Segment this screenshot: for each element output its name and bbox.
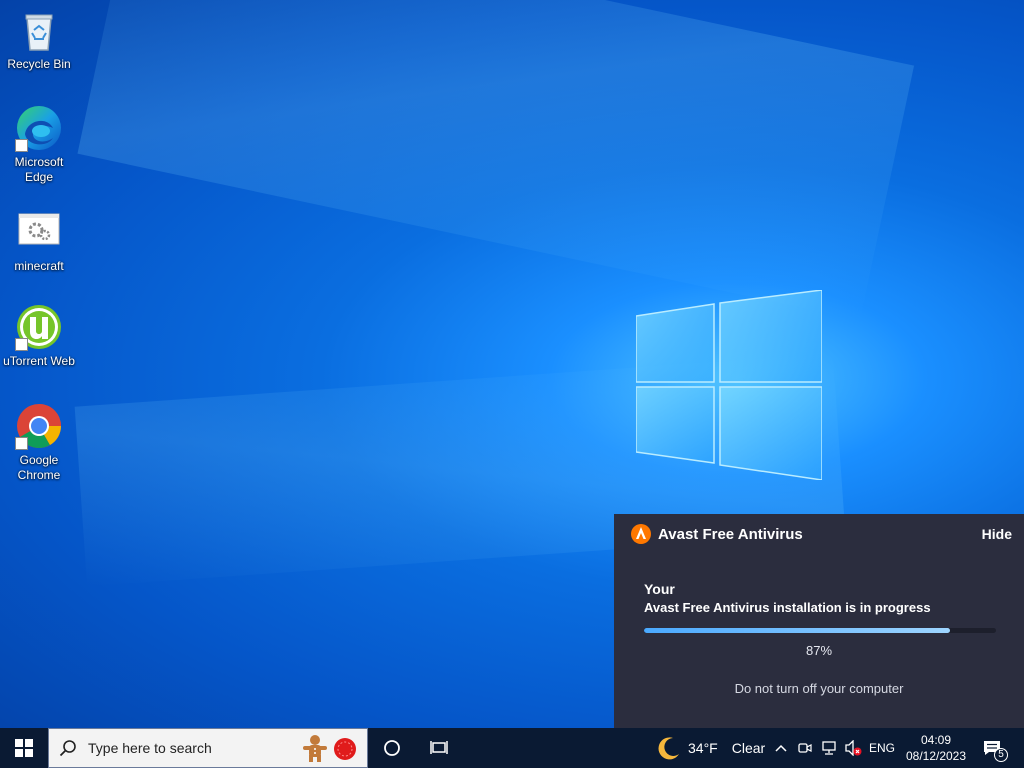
avast-install-notification: Avast Free Antivirus Hide Your Avast Fre… xyxy=(614,514,1024,728)
light-beam xyxy=(77,0,915,321)
install-progress-bar xyxy=(644,628,996,633)
clock-time: 04:09 xyxy=(920,733,952,747)
cortana-button[interactable] xyxy=(368,728,416,768)
desktop: Recycle Bin Microsoft Edge minecraft uTo… xyxy=(0,0,1024,728)
weather-widget[interactable]: 34°F Clear xyxy=(656,728,765,768)
clock-date: 08/12/2023 xyxy=(905,749,967,763)
desktop-icon-label: uTorrent Web xyxy=(3,354,75,368)
edge-icon xyxy=(15,104,63,152)
shortcut-arrow-icon xyxy=(15,139,28,152)
shortcut-arrow-icon xyxy=(15,437,28,450)
network-button[interactable] xyxy=(818,728,840,768)
volume-button[interactable] xyxy=(842,728,864,768)
cortana-circle-icon xyxy=(384,740,400,756)
install-progress-fill xyxy=(644,628,951,633)
taskbar-search-box[interactable]: Type here to search xyxy=(48,728,368,768)
settings-file-icon xyxy=(15,208,63,256)
notification-count-badge: 5 xyxy=(994,748,1008,762)
desktop-icon-label: Microsoft Edge xyxy=(14,155,64,184)
avast-warning-note: Do not turn off your computer xyxy=(734,681,904,696)
task-view-button[interactable] xyxy=(416,728,464,768)
moon-icon xyxy=(658,737,679,760)
weather-temperature: 34°F xyxy=(688,740,718,756)
hide-button[interactable]: Hide xyxy=(982,526,1012,542)
desktop-icon-utorrent-web[interactable]: uTorrent Web xyxy=(2,303,76,369)
meet-now-icon xyxy=(798,743,812,753)
desktop-icon-recycle-bin[interactable]: Recycle Bin xyxy=(2,6,76,72)
windows-start-icon xyxy=(15,739,33,757)
start-button[interactable] xyxy=(0,728,48,768)
desktop-icon-minecraft[interactable]: minecraft xyxy=(2,208,76,274)
utorrent-icon xyxy=(15,303,63,351)
avast-message-line1: Your xyxy=(644,581,675,597)
gingerbread-search-highlight-icon[interactable] xyxy=(301,733,329,763)
recycle-bin-icon xyxy=(15,6,63,54)
install-progress-percent: 87% xyxy=(805,643,833,658)
avast-title: Avast Free Antivirus xyxy=(658,526,803,543)
desktop-icon-google-chrome[interactable]: Google Chrome xyxy=(2,402,76,483)
taskbar: Type here to search 34°F Clear ENG 04:09… xyxy=(0,728,1024,768)
chrome-icon xyxy=(15,402,63,450)
show-hidden-icons-button[interactable] xyxy=(770,728,792,768)
shortcut-arrow-icon xyxy=(15,338,28,351)
windows-logo-wallpaper xyxy=(636,290,822,480)
volume-muted-icon xyxy=(845,740,862,756)
input-language-button[interactable]: ENG xyxy=(866,728,898,768)
search-icon xyxy=(59,740,76,757)
system-clock[interactable]: 04:09 08/12/2023 xyxy=(900,728,972,768)
task-view-icon xyxy=(430,741,448,754)
weather-condition: Clear xyxy=(731,740,766,756)
avast-message-line2: Avast Free Antivirus installation is in … xyxy=(644,600,931,615)
action-center-button[interactable]: 5 xyxy=(978,728,1018,768)
desktop-icon-microsoft-edge[interactable]: Microsoft Edge xyxy=(2,104,76,185)
chevron-up-icon xyxy=(775,744,787,752)
desktop-icon-label: minecraft xyxy=(14,259,64,273)
desktop-icon-label: Google Chrome xyxy=(17,453,61,482)
ornament-icon[interactable] xyxy=(333,737,357,761)
desktop-icon-label: Recycle Bin xyxy=(7,57,71,71)
meet-now-button[interactable] xyxy=(794,728,816,768)
avast-logo-icon xyxy=(631,524,651,544)
search-placeholder: Type here to search xyxy=(88,740,212,756)
network-icon xyxy=(822,741,836,755)
